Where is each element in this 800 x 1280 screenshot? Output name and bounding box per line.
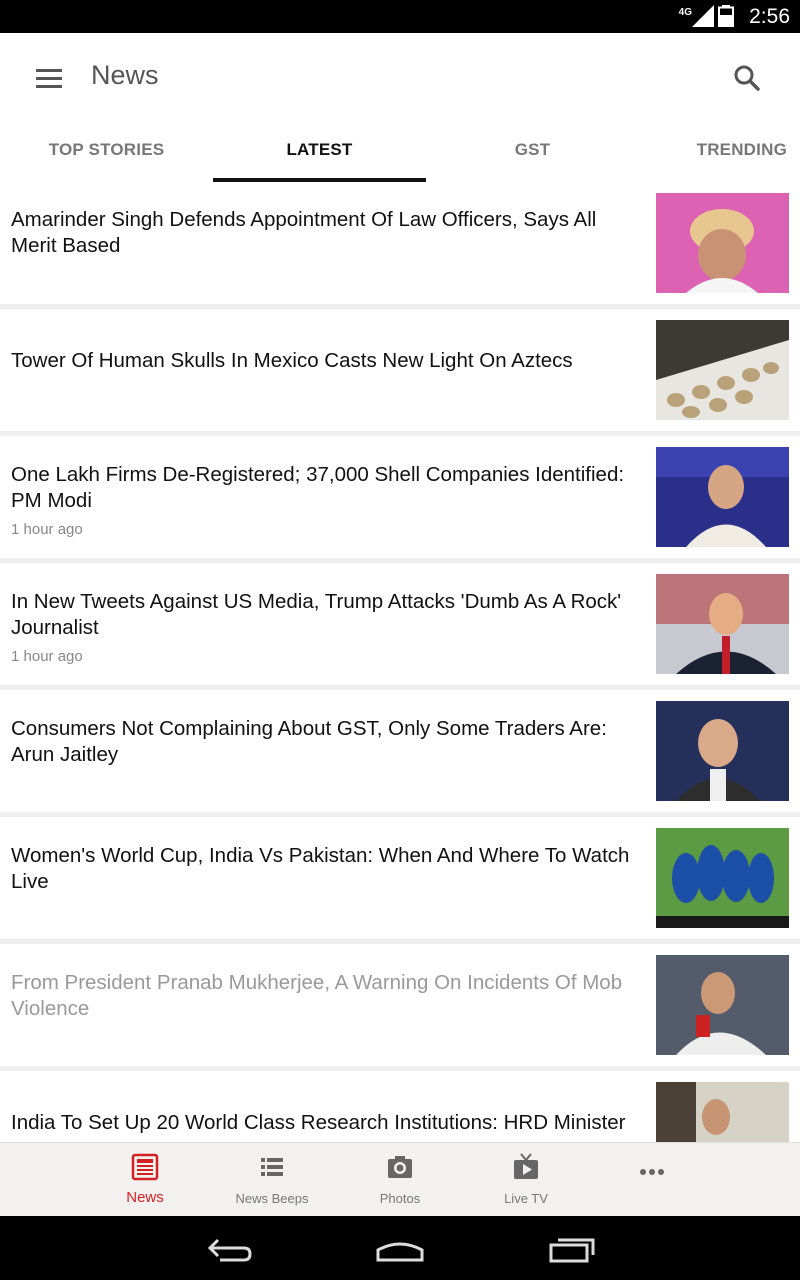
article-thumbnail xyxy=(656,574,789,674)
article-item[interactable]: Amarinder Singh Defends Appointment Of L… xyxy=(0,182,800,304)
newspaper-icon xyxy=(131,1153,159,1181)
article-thumbnail xyxy=(656,1082,789,1142)
article-thumbnail xyxy=(656,701,789,801)
back-icon[interactable] xyxy=(206,1236,254,1264)
article-item[interactable]: Consumers Not Complaining About GST, Onl… xyxy=(0,690,800,812)
more-icon xyxy=(640,1169,664,1175)
home-icon[interactable] xyxy=(375,1236,425,1262)
article-thumbnail xyxy=(656,193,789,293)
menu-button[interactable] xyxy=(30,63,68,93)
tab-trending[interactable]: TRENDING xyxy=(639,123,800,182)
tab-gst[interactable]: GST xyxy=(426,123,639,182)
article-title: Consumers Not Complaining About GST, Onl… xyxy=(11,717,607,766)
tab-bar: TOP STORIES LATEST GST TRENDING xyxy=(0,123,800,182)
article-title: From President Pranab Mukherjee, A Warni… xyxy=(11,971,623,1020)
article-thumbnail xyxy=(656,828,789,928)
nav-live-tv[interactable]: Live TV xyxy=(462,1143,590,1217)
search-icon xyxy=(734,65,760,91)
article-title: In New Tweets Against US Media, Trump At… xyxy=(11,590,622,639)
page-title: News xyxy=(91,60,159,90)
list-icon xyxy=(261,1158,283,1176)
nav-label: Live TV xyxy=(504,1191,548,1206)
article-time: 1 hour ago xyxy=(11,521,83,538)
article-item[interactable]: In New Tweets Against US Media, Trump At… xyxy=(0,563,800,685)
article-title: Amarinder Singh Defends Appointment Of L… xyxy=(11,208,597,257)
recents-icon[interactable] xyxy=(548,1236,596,1264)
bottom-navigation: News News Beeps Photos Live TV xyxy=(0,1142,800,1216)
nav-news[interactable]: News xyxy=(81,1143,209,1217)
nav-label: Photos xyxy=(379,1191,421,1206)
menu-icon-bar xyxy=(36,84,62,88)
tab-top-stories[interactable]: TOP STORIES xyxy=(0,123,213,182)
network-type-label: 4G xyxy=(678,6,692,18)
article-thumbnail xyxy=(656,955,789,1055)
article-item[interactable]: From President Pranab Mukherjee, A Warni… xyxy=(0,944,800,1066)
article-thumbnail xyxy=(656,447,789,547)
nav-more[interactable] xyxy=(588,1143,716,1217)
menu-icon-bar xyxy=(36,68,62,72)
article-title: Women's World Cup, India Vs Pakistan: Wh… xyxy=(11,844,630,893)
article-list[interactable]: Amarinder Singh Defends Appointment Of L… xyxy=(0,182,800,1142)
tab-latest[interactable]: LATEST xyxy=(213,123,426,182)
camera-icon xyxy=(388,1156,412,1178)
article-time: 1 hour ago xyxy=(11,648,83,665)
status-icons: 4G xyxy=(679,5,734,27)
article-thumbnail xyxy=(656,320,789,420)
nav-news-beeps[interactable]: News Beeps xyxy=(208,1143,336,1217)
battery-icon xyxy=(718,5,734,27)
menu-icon-bar xyxy=(36,76,62,80)
status-bar: 4G 2:56 xyxy=(0,0,800,33)
tv-icon xyxy=(514,1153,538,1179)
system-navigation-bar xyxy=(0,1216,800,1280)
search-button[interactable] xyxy=(732,63,762,93)
nav-photos[interactable]: Photos xyxy=(336,1143,464,1217)
app-bar: News xyxy=(0,33,800,123)
clock: 2:56 xyxy=(749,5,790,28)
nav-label: News Beeps xyxy=(235,1191,309,1206)
article-item[interactable]: India To Set Up 20 World Class Research … xyxy=(0,1071,800,1142)
article-title: Tower Of Human Skulls In Mexico Casts Ne… xyxy=(11,349,573,372)
article-item[interactable]: One Lakh Firms De-Registered; 37,000 She… xyxy=(0,436,800,558)
nav-label: News xyxy=(126,1189,164,1206)
article-item[interactable]: Women's World Cup, India Vs Pakistan: Wh… xyxy=(0,817,800,939)
article-title: One Lakh Firms De-Registered; 37,000 She… xyxy=(11,463,625,512)
signal-icon xyxy=(692,5,714,27)
article-item[interactable]: Tower Of Human Skulls In Mexico Casts Ne… xyxy=(0,309,800,431)
article-title: India To Set Up 20 World Class Research … xyxy=(11,1111,626,1134)
